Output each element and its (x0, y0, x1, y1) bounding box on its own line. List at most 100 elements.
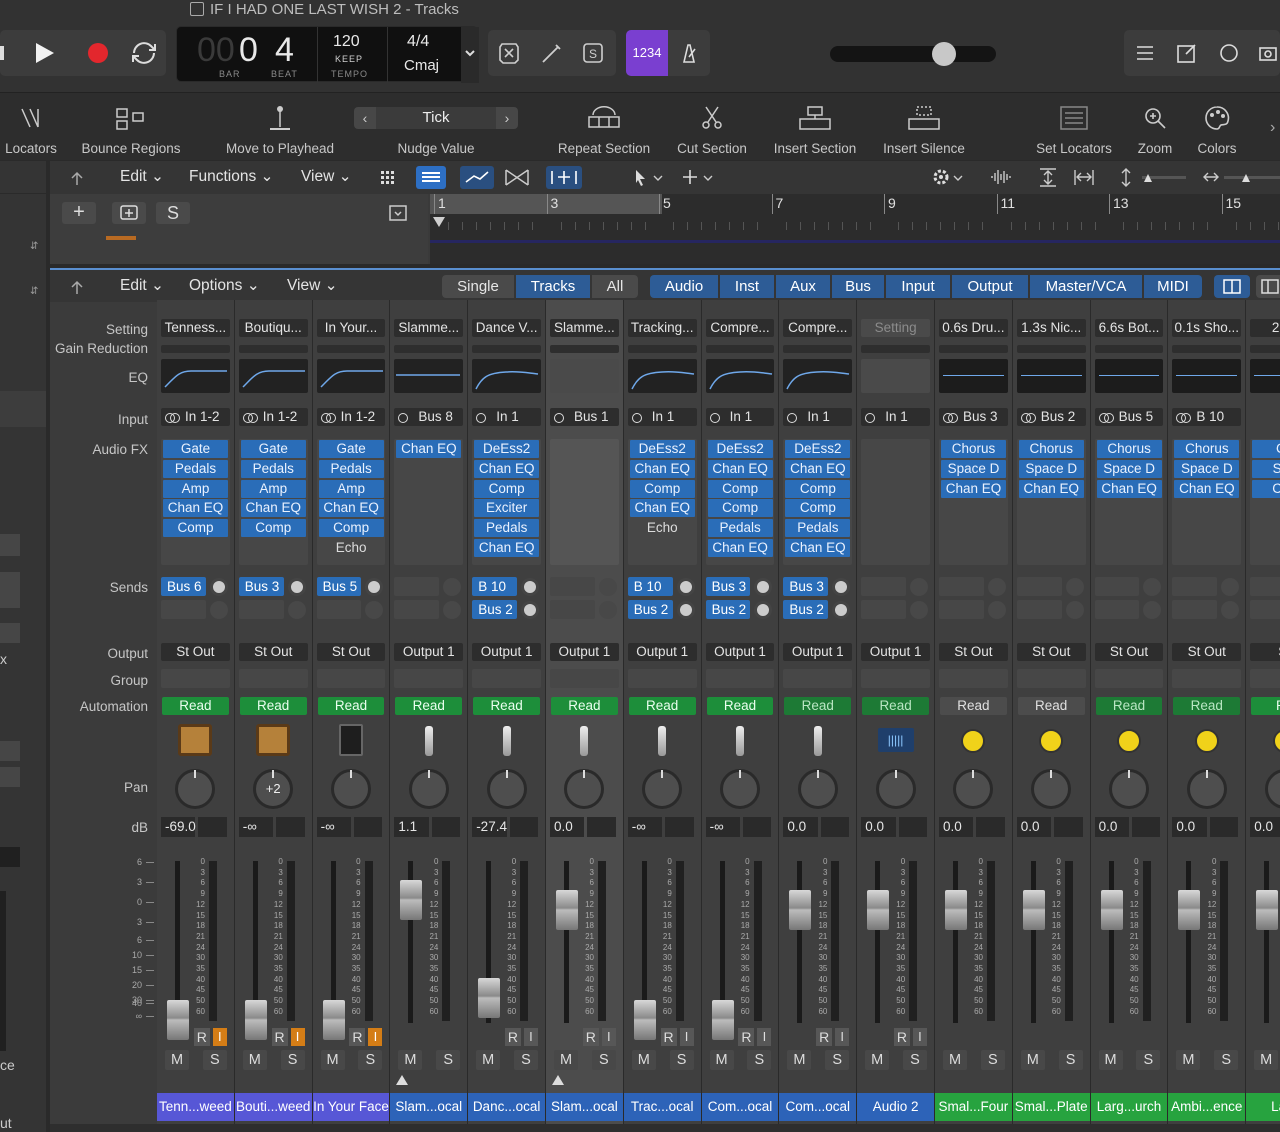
group-slot[interactable] (316, 669, 386, 688)
solo-button[interactable]: S (358, 1050, 383, 1070)
output-slot[interactable]: St Out (1094, 643, 1164, 661)
record-button[interactable] (88, 43, 108, 63)
volume-fader[interactable] (1022, 890, 1045, 930)
pan-knob[interactable] (1264, 769, 1280, 809)
setting-button[interactable]: 6.6s Bot... (1094, 319, 1164, 337)
lcd-signature[interactable]: 4/4 (407, 33, 429, 51)
automation-mode[interactable]: Read (551, 697, 618, 715)
send-level-knob[interactable] (520, 578, 539, 596)
fader-track[interactable] (641, 861, 647, 1023)
solo-button[interactable]: S (1058, 1050, 1083, 1070)
automation-mode[interactable]: Read (317, 697, 385, 715)
mute-button[interactable]: M (554, 1050, 578, 1070)
audio-fx-slot[interactable]: Chorus (1174, 440, 1240, 458)
group-slot[interactable] (161, 669, 230, 688)
send-slot[interactable]: Bus 3 (705, 577, 751, 596)
setting-button[interactable]: 1.3s Nic... (1016, 319, 1086, 337)
send-level-knob[interactable] (676, 601, 695, 619)
fader-track[interactable] (719, 861, 725, 1023)
volume-fader[interactable] (711, 1000, 734, 1040)
output-slot[interactable]: St Out (1016, 643, 1086, 661)
volume-db-value[interactable]: 1.1 (394, 817, 429, 837)
audio-fx-slot[interactable]: DeEss2 (629, 440, 695, 458)
send-level-knob[interactable] (598, 601, 617, 619)
input-monitor-button[interactable]: I (601, 1028, 616, 1046)
tuner-icon[interactable] (540, 42, 564, 64)
toolbar-nudge-value[interactable]: ‹ Tick › Nudge Value (354, 93, 518, 161)
output-slot[interactable]: St (1250, 643, 1280, 661)
audio-fx-slot[interactable]: Pedals (474, 519, 540, 538)
eq-thumbnail[interactable] (1172, 359, 1242, 393)
audio-fx-slot[interactable]: Gate (240, 440, 306, 458)
volume-fader[interactable] (1256, 890, 1279, 930)
audio-fx-slot[interactable]: Chan EQ (396, 440, 462, 458)
filter-output[interactable]: Output (952, 275, 1028, 298)
track-name[interactable]: Larg...urch (1090, 1093, 1168, 1121)
setting-button[interactable]: Dance V... (472, 319, 541, 337)
group-slot[interactable] (1172, 669, 1242, 688)
automation-mode[interactable]: Read (784, 697, 852, 715)
audio-fx-slot[interactable]: Chorus (941, 440, 1006, 458)
send-slot-empty[interactable] (939, 600, 984, 619)
volume-fader[interactable] (867, 890, 890, 930)
audio-fx-area[interactable] (861, 439, 930, 565)
read-button[interactable]: R (816, 1028, 833, 1046)
mute-button[interactable]: M (1020, 1050, 1045, 1070)
send-slot[interactable]: Bus 3 (783, 577, 829, 596)
audio-fx-slot[interactable]: Chan EQ (1096, 479, 1162, 498)
mute-button[interactable]: M (1176, 1050, 1201, 1070)
volume-db-value[interactable]: 0.0 (861, 817, 896, 837)
automation-mode[interactable]: Read (1173, 697, 1241, 715)
low-latency-icon[interactable] (498, 42, 520, 64)
track-options-button[interactable] (386, 202, 410, 224)
fader-track[interactable] (1186, 861, 1192, 1023)
solo-button[interactable]: S (591, 1050, 616, 1070)
volume-fader[interactable] (1178, 890, 1201, 930)
solo-button[interactable]: S (980, 1050, 1005, 1070)
audio-fx-slot[interactable]: Comp (785, 499, 851, 518)
audio-fx-slot[interactable]: Amp (318, 479, 384, 498)
group-slot[interactable] (861, 669, 930, 688)
solo-button[interactable]: S (436, 1050, 461, 1070)
mixer-view-menu[interactable]: View ⌄ (287, 274, 338, 298)
send-slot[interactable]: Bus 2 (627, 600, 673, 619)
input-ring-icon[interactable] (631, 413, 642, 423)
setting-button[interactable]: Slamme... (394, 319, 464, 337)
mute-button[interactable]: M (320, 1050, 345, 1070)
send-level-knob[interactable] (365, 601, 384, 619)
fader-track[interactable] (564, 861, 569, 1023)
send-slot-empty[interactable] (550, 577, 595, 596)
inspector-stepper-icon[interactable]: ⇵ (30, 241, 38, 252)
send-level-knob[interactable] (287, 601, 306, 619)
filter-audio[interactable]: Audio (650, 275, 718, 298)
send-slot[interactable]: B 10 (627, 577, 673, 596)
send-level-knob[interactable] (987, 578, 1006, 596)
toolbar-overflow-chevron[interactable]: › (1270, 119, 1275, 137)
narrow-strips-button[interactable] (1214, 275, 1250, 298)
volume-db-value[interactable]: -∞ (238, 817, 274, 837)
audio-fx-slot[interactable]: Comp (318, 519, 384, 538)
send-slot[interactable]: Bus 3 (238, 577, 284, 596)
send-slot-empty[interactable] (238, 600, 284, 619)
fader-track[interactable] (953, 861, 958, 1023)
solo-button[interactable]: S (1214, 1050, 1239, 1070)
send-slot-empty[interactable] (861, 600, 906, 619)
volume-fader[interactable] (167, 1000, 189, 1040)
automation-mode[interactable]: Read (473, 697, 540, 715)
send-slot[interactable]: Bus 2 (783, 600, 829, 619)
volume-db-value[interactable]: -∞ (627, 817, 663, 837)
group-slot[interactable] (705, 669, 775, 688)
eq-thumbnail[interactable] (861, 359, 930, 393)
group-slot[interactable] (394, 669, 464, 688)
fader-track[interactable] (797, 861, 803, 1023)
audio-fx-slot[interactable]: Pedals (318, 459, 384, 478)
volume-db-value[interactable]: 0.0 (783, 817, 818, 837)
toolbar-move-to-playhead[interactable]: Move to Playhead (222, 93, 338, 161)
output-slot[interactable]: St Out (939, 643, 1008, 661)
track-name[interactable]: Larg (1246, 1093, 1280, 1121)
volume-fader[interactable] (478, 978, 501, 1018)
group-slot[interactable] (472, 669, 541, 688)
send-level-knob[interactable] (1143, 601, 1162, 619)
toolbar-cut-section[interactable]: Cut Section (670, 93, 754, 161)
toolbar-repeat-section[interactable]: Repeat Section (552, 93, 656, 161)
